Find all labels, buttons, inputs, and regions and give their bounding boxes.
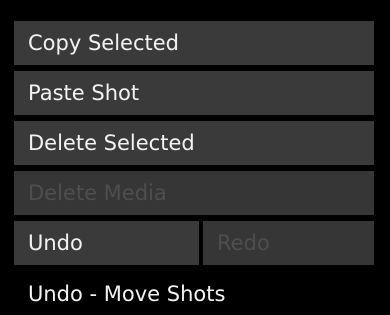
edit-menu-panel: Copy Selected Paste Shot Delete Selected… (0, 0, 390, 315)
copy-selected-button[interactable]: Copy Selected (14, 21, 374, 65)
redo-button[interactable]: Redo (203, 221, 374, 265)
undo-button[interactable]: Undo (14, 221, 199, 265)
delete-selected-button[interactable]: Delete Selected (14, 121, 374, 165)
delete-media-button[interactable]: Delete Media (14, 171, 374, 215)
undo-status-label: Undo - Move Shots (28, 282, 226, 306)
paste-shot-button[interactable]: Paste Shot (14, 71, 374, 115)
